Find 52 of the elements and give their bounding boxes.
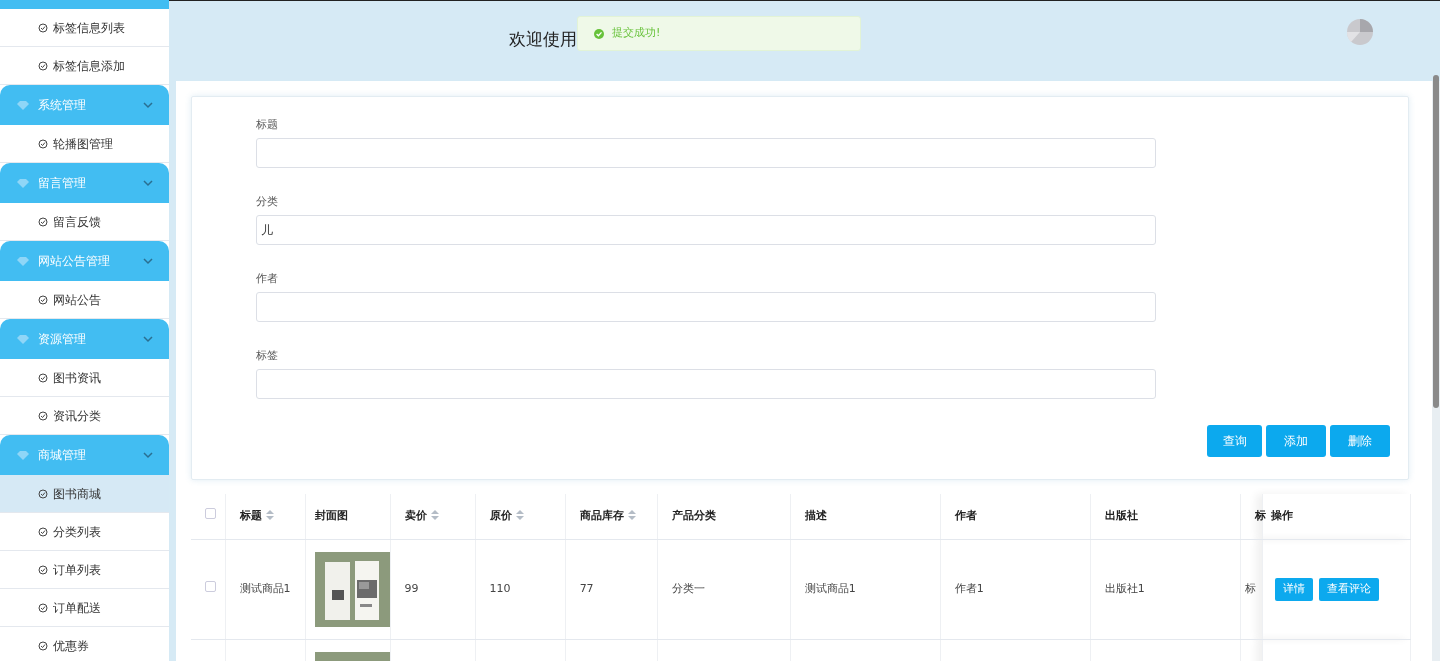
select-all-checkbox[interactable] <box>205 508 216 519</box>
table-cell: 标 <box>1240 539 1263 639</box>
field-label: 作者 <box>256 271 279 287</box>
table-cell: 出版社1 <box>1090 539 1241 639</box>
input-field[interactable]: 儿 <box>256 215 1156 245</box>
field-label: 分类 <box>256 194 279 210</box>
toast-message: 提交成功! <box>612 25 661 42</box>
table-cell: 分类一 <box>657 539 791 639</box>
table-cell: 作者1 <box>940 539 1091 639</box>
column-header[interactable]: 封面图 <box>305 494 391 539</box>
check-circle-icon <box>38 22 48 33</box>
input-field[interactable] <box>256 292 1156 322</box>
diamond-icon <box>16 177 30 189</box>
welcome-text: 欢迎使用 <box>509 28 577 51</box>
check-circle-icon <box>38 372 48 383</box>
column-header[interactable]: 商品库存 <box>565 494 658 539</box>
table-cell: 测试商品1 <box>790 539 941 639</box>
avatar-icon <box>1346 18 1374 46</box>
column-header[interactable]: 出版社 <box>1090 494 1241 539</box>
sidebar-item[interactable]: 图书商城 <box>0 475 169 513</box>
column-header[interactable]: 描述 <box>790 494 941 539</box>
diamond-icon <box>16 255 30 267</box>
row-checkbox[interactable] <box>205 580 216 592</box>
diamond-icon <box>16 449 30 461</box>
field-label: 标签 <box>256 348 279 364</box>
diamond-icon <box>16 99 30 111</box>
column-header[interactable]: 标题 <box>225 494 306 539</box>
menu-group-header[interactable] <box>0 0 169 9</box>
check-circle-icon <box>38 526 48 537</box>
check-circle-icon <box>38 488 48 499</box>
check-circle-icon <box>38 294 48 305</box>
check-circle-icon <box>38 216 48 227</box>
table-cell: 99 <box>390 539 476 639</box>
column-header[interactable]: 产品分类 <box>657 494 791 539</box>
check-circle-icon <box>38 138 48 149</box>
column-header[interactable]: 卖价 <box>390 494 476 539</box>
table-cell: 110 <box>475 539 566 639</box>
scrollbar-thumb[interactable] <box>1433 75 1439 408</box>
column-header[interactable]: 作者 <box>940 494 1091 539</box>
check-circle-icon <box>38 602 48 613</box>
check-circle-icon <box>38 60 48 71</box>
field-label: 标题 <box>256 117 279 133</box>
success-icon <box>594 28 604 39</box>
check-circle-icon <box>38 564 48 575</box>
table-cell: 77 <box>565 539 658 639</box>
check-circle-icon <box>38 410 48 421</box>
input-field[interactable] <box>256 138 1156 168</box>
check-circle-icon <box>38 640 48 651</box>
column-header[interactable]: 原价 <box>475 494 566 539</box>
table-cell: 测试商品1 <box>225 539 306 639</box>
input-field[interactable] <box>256 369 1156 399</box>
diamond-icon <box>16 333 30 345</box>
